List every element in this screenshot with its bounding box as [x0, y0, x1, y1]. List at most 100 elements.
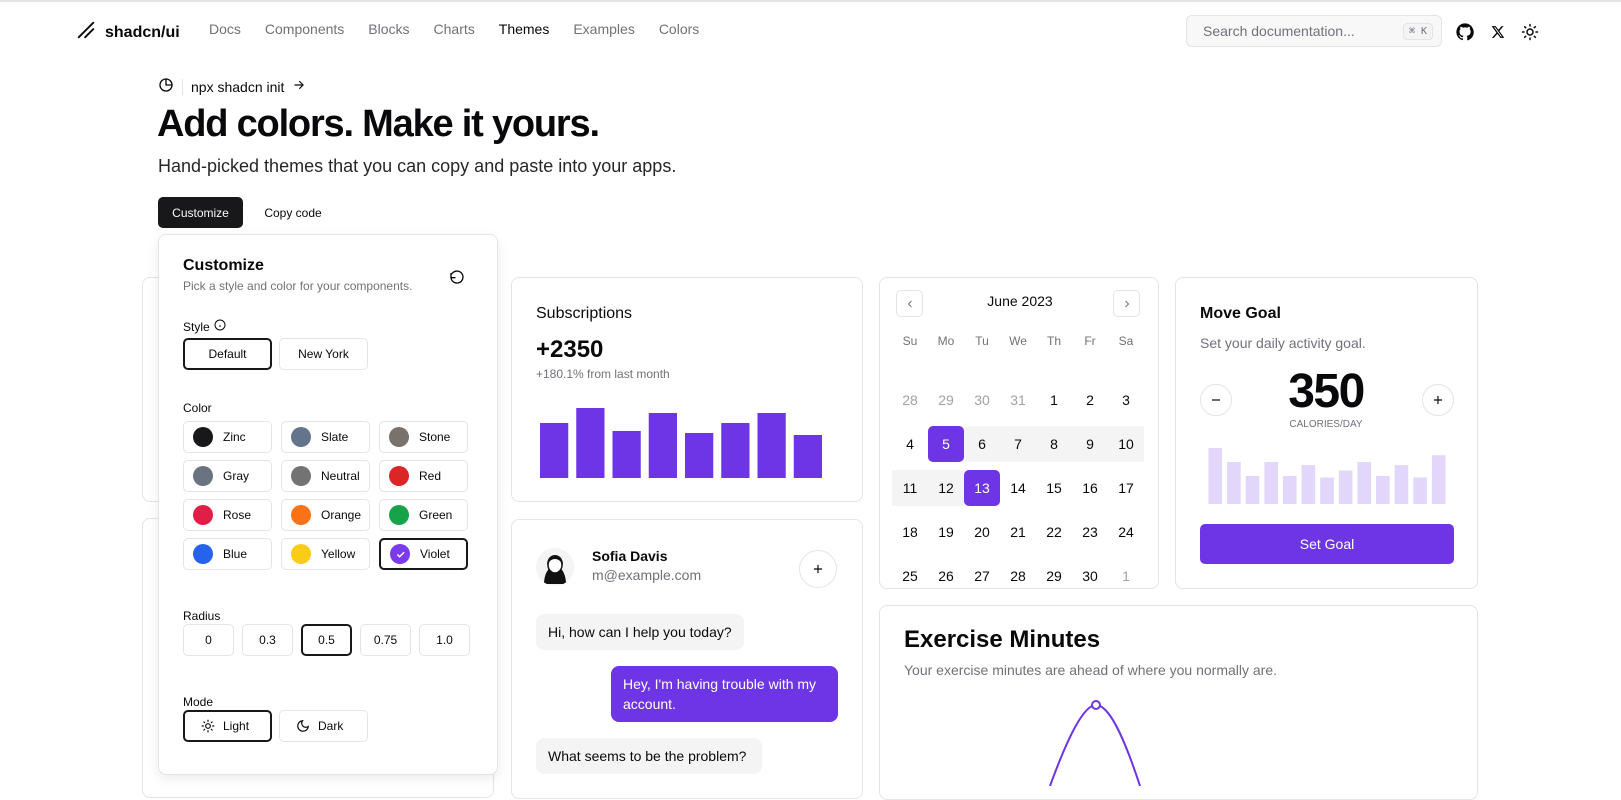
mode-label-text: Light: [223, 719, 250, 733]
color-option-zinc[interactable]: Zinc: [183, 421, 272, 453]
color-option-red[interactable]: Red: [379, 460, 468, 492]
calendar-day[interactable]: 5: [928, 426, 964, 462]
color-option-violet[interactable]: Violet: [379, 538, 468, 570]
color-label: Color: [183, 401, 212, 415]
color-swatch: [193, 427, 213, 447]
x-icon[interactable]: [1488, 22, 1508, 42]
bar: [721, 423, 750, 478]
calendar-day[interactable]: 1: [1036, 382, 1072, 418]
search-input[interactable]: Search documentation... ⌘ K: [1186, 15, 1442, 47]
calendar-day[interactable]: 8: [1036, 426, 1072, 462]
radius-option[interactable]: 0: [183, 624, 234, 656]
nav-docs[interactable]: Docs: [209, 21, 241, 37]
calendar-day[interactable]: 19: [928, 514, 964, 550]
nav-components[interactable]: Components: [265, 21, 344, 37]
exercise-point: [1091, 700, 1101, 710]
mode-label-text: Dark: [318, 719, 344, 733]
subscriptions-chart: [540, 408, 822, 478]
bar: [1264, 462, 1278, 504]
calendar-day[interactable]: 9: [1072, 426, 1108, 462]
reset-icon[interactable]: [449, 269, 467, 287]
nav-charts[interactable]: Charts: [434, 21, 475, 37]
color-option-stone[interactable]: Stone: [379, 421, 468, 453]
color-label: Stone: [419, 430, 451, 444]
calendar-day[interactable]: 25: [892, 558, 928, 594]
calendar-day[interactable]: 28: [1000, 558, 1036, 594]
subscriptions-title: Subscriptions: [536, 305, 633, 322]
radius-option[interactable]: 0.3: [242, 624, 293, 656]
style-option-new-york[interactable]: New York: [279, 338, 368, 370]
calendar-day[interactable]: 2: [1072, 382, 1108, 418]
calendar-day[interactable]: 6: [964, 426, 1000, 462]
mode-option-light[interactable]: Light: [183, 710, 272, 742]
arrow-right-icon: [292, 78, 306, 95]
radius-option[interactable]: 1.0: [419, 624, 470, 656]
set-goal-button[interactable]: Set Goal: [1200, 524, 1454, 564]
calendar-day[interactable]: 4: [892, 426, 928, 462]
color-label: Neutral: [321, 469, 360, 483]
increase-button[interactable]: [1422, 384, 1454, 416]
radius-option[interactable]: 0.5: [301, 624, 352, 656]
color-option-slate[interactable]: Slate: [281, 421, 370, 453]
calendar-day[interactable]: 24: [1108, 514, 1144, 550]
calendar-day[interactable]: 10: [1108, 426, 1144, 462]
nav-examples[interactable]: Examples: [573, 21, 634, 37]
calendar-day[interactable]: 21: [1000, 514, 1036, 550]
color-option-rose[interactable]: Rose: [183, 499, 272, 531]
info-icon[interactable]: [214, 319, 226, 334]
radius-option[interactable]: 0.75: [360, 624, 411, 656]
calendar-day[interactable]: 14: [1000, 470, 1036, 506]
calendar-day[interactable]: 30: [1072, 558, 1108, 594]
color-swatch: [389, 505, 409, 525]
calendar-day[interactable]: 7: [1000, 426, 1036, 462]
color-option-yellow[interactable]: Yellow: [281, 538, 370, 570]
new-message-button[interactable]: [799, 550, 837, 588]
calendar-day[interactable]: 18: [892, 514, 928, 550]
color-option-blue[interactable]: Blue: [183, 538, 272, 570]
calendar-day[interactable]: 29: [1036, 558, 1072, 594]
logo[interactable]: shadcn/ui: [75, 19, 180, 46]
announcement-link[interactable]: npx shadcn init: [158, 77, 306, 96]
calendar-day[interactable]: 22: [1036, 514, 1072, 550]
calendar-day[interactable]: 15: [1036, 470, 1072, 506]
decrease-button[interactable]: [1200, 384, 1232, 416]
color-option-gray[interactable]: Gray: [183, 460, 272, 492]
customize-button[interactable]: Customize: [158, 197, 243, 228]
calendar-day[interactable]: 27: [964, 558, 1000, 594]
bar: [685, 433, 714, 478]
bar: [1208, 448, 1223, 504]
chat-message: What seems to be the problem?: [536, 738, 762, 774]
calendar-day[interactable]: 26: [928, 558, 964, 594]
calendar-day[interactable]: 13: [964, 470, 1000, 506]
mode-option-dark[interactable]: Dark: [279, 710, 368, 742]
calendar-day[interactable]: 30: [964, 382, 1000, 418]
calendar-day[interactable]: 29: [928, 382, 964, 418]
calendar-day[interactable]: 12: [928, 470, 964, 506]
style-option-default[interactable]: Default: [183, 338, 272, 370]
calendar-day[interactable]: 31: [1000, 382, 1036, 418]
calendar-day[interactable]: 28: [892, 382, 928, 418]
sun-icon[interactable]: [1520, 22, 1540, 42]
calendar-day[interactable]: 11: [892, 470, 928, 506]
color-label: Orange: [321, 508, 362, 522]
calendar-day[interactable]: 16: [1072, 470, 1108, 506]
color-option-orange[interactable]: Orange: [281, 499, 370, 531]
nav-blocks[interactable]: Blocks: [368, 21, 409, 37]
goal-value: 350: [1288, 365, 1365, 418]
bar: [540, 423, 569, 478]
calendar-day[interactable]: 3: [1108, 382, 1144, 418]
next-month-button[interactable]: [1113, 290, 1140, 317]
bar: [793, 435, 822, 478]
color-option-green[interactable]: Green: [379, 499, 468, 531]
subscriptions-value: +2350: [536, 336, 604, 363]
site-header: shadcn/ui Docs Components Blocks Charts Them…: [0, 2, 1621, 58]
calendar-day[interactable]: 20: [964, 514, 1000, 550]
copy-code-button[interactable]: Copy code: [253, 197, 333, 228]
nav-themes[interactable]: Themes: [499, 21, 550, 37]
calendar-day[interactable]: 17: [1108, 470, 1144, 506]
calendar-day[interactable]: 1: [1108, 558, 1144, 594]
calendar-day[interactable]: 23: [1072, 514, 1108, 550]
color-option-neutral[interactable]: Neutral: [281, 460, 370, 492]
nav-colors[interactable]: Colors: [659, 21, 699, 37]
github-icon[interactable]: [1455, 22, 1475, 42]
